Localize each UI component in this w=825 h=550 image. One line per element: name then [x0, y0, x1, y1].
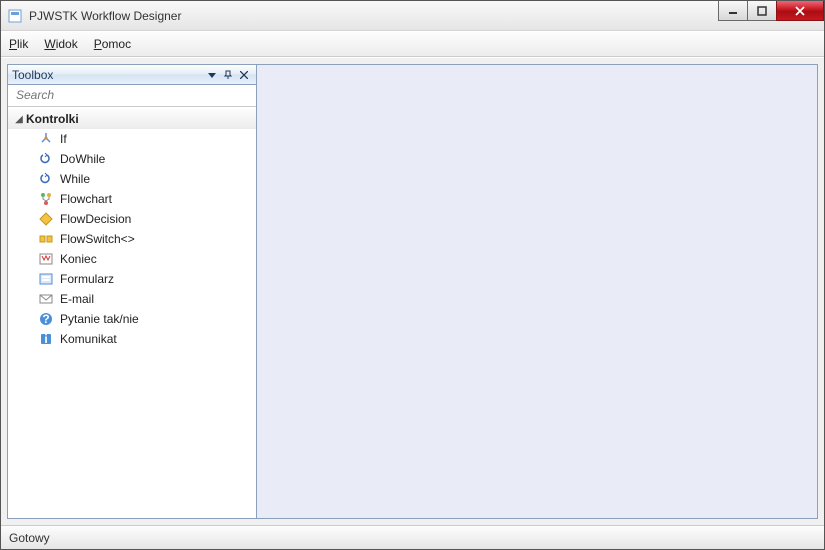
end-icon — [38, 251, 54, 267]
design-surface[interactable] — [257, 64, 818, 519]
tool-label: Formularz — [60, 272, 114, 286]
tool-label: Flowchart — [60, 192, 112, 206]
svg-text:?: ? — [42, 312, 49, 326]
tool-label: While — [60, 172, 90, 186]
tool-label: FlowDecision — [60, 212, 131, 226]
menu-pomoc[interactable]: Pomoc — [94, 37, 131, 51]
client-area: Toolbox ◢ Kontrolki IfDoWhil — [1, 57, 824, 525]
info-icon: i — [38, 331, 54, 347]
tool-item[interactable]: E-mail — [8, 289, 256, 309]
switch-icon — [38, 231, 54, 247]
app-icon — [7, 8, 23, 24]
category-label: Kontrolki — [26, 112, 79, 126]
tool-label: Pytanie tak/nie — [60, 312, 139, 326]
minimize-button[interactable] — [718, 1, 748, 21]
loop-icon — [38, 171, 54, 187]
menu-widok[interactable]: Widok — [44, 37, 77, 51]
tool-label: DoWhile — [60, 152, 105, 166]
toolbox-header[interactable]: Toolbox — [8, 65, 256, 85]
tool-label: FlowSwitch<> — [60, 232, 135, 246]
form-icon — [38, 271, 54, 287]
category-kontrolki[interactable]: ◢ Kontrolki — [8, 109, 256, 129]
mail-icon — [38, 291, 54, 307]
toolbox-body: ◢ Kontrolki If DoWhile While Flowchart FlowD… — [8, 107, 256, 518]
tool-label: Komunikat — [60, 332, 117, 346]
question-icon: ? — [38, 311, 54, 327]
if-icon — [38, 131, 54, 147]
tool-item[interactable]: Formularz — [8, 269, 256, 289]
flowchart-icon — [38, 191, 54, 207]
close-button[interactable] — [776, 1, 824, 21]
tool-item[interactable]: FlowDecision — [8, 209, 256, 229]
tool-item[interactable]: Koniec — [8, 249, 256, 269]
titlebar[interactable]: PJWSTK Workflow Designer — [1, 1, 824, 31]
toolbox-search — [8, 85, 256, 107]
pin-icon[interactable] — [220, 67, 236, 83]
search-input[interactable] — [14, 87, 250, 103]
svg-text:i: i — [44, 332, 47, 346]
app-window: PJWSTK Workflow Designer Plik Widok Pomo… — [0, 0, 825, 550]
close-panel-icon[interactable] — [236, 67, 252, 83]
tool-label: Koniec — [60, 252, 97, 266]
tool-item[interactable]: FlowSwitch<> — [8, 229, 256, 249]
tool-item[interactable]: Flowchart — [8, 189, 256, 209]
menubar: Plik Widok Pomoc — [1, 31, 824, 57]
tool-item[interactable]: While — [8, 169, 256, 189]
toolbox-panel: Toolbox ◢ Kontrolki IfDoWhil — [7, 64, 257, 519]
tool-label: If — [60, 132, 67, 146]
collapse-icon: ◢ — [12, 114, 26, 125]
tool-item[interactable]: i Komunikat — [8, 329, 256, 349]
tool-item[interactable]: ? Pytanie tak/nie — [8, 309, 256, 329]
menu-plik[interactable]: Plik — [9, 37, 28, 51]
dropdown-icon[interactable] — [204, 67, 220, 83]
loop-icon — [38, 151, 54, 167]
status-text: Gotowy — [9, 531, 50, 545]
statusbar: Gotowy — [1, 525, 824, 549]
toolbox-title: Toolbox — [12, 68, 204, 82]
tool-item[interactable]: DoWhile — [8, 149, 256, 169]
tool-label: E-mail — [60, 292, 94, 306]
maximize-button[interactable] — [747, 1, 777, 21]
decision-icon — [38, 211, 54, 227]
window-title: PJWSTK Workflow Designer — [29, 9, 181, 23]
tool-item[interactable]: If — [8, 129, 256, 149]
